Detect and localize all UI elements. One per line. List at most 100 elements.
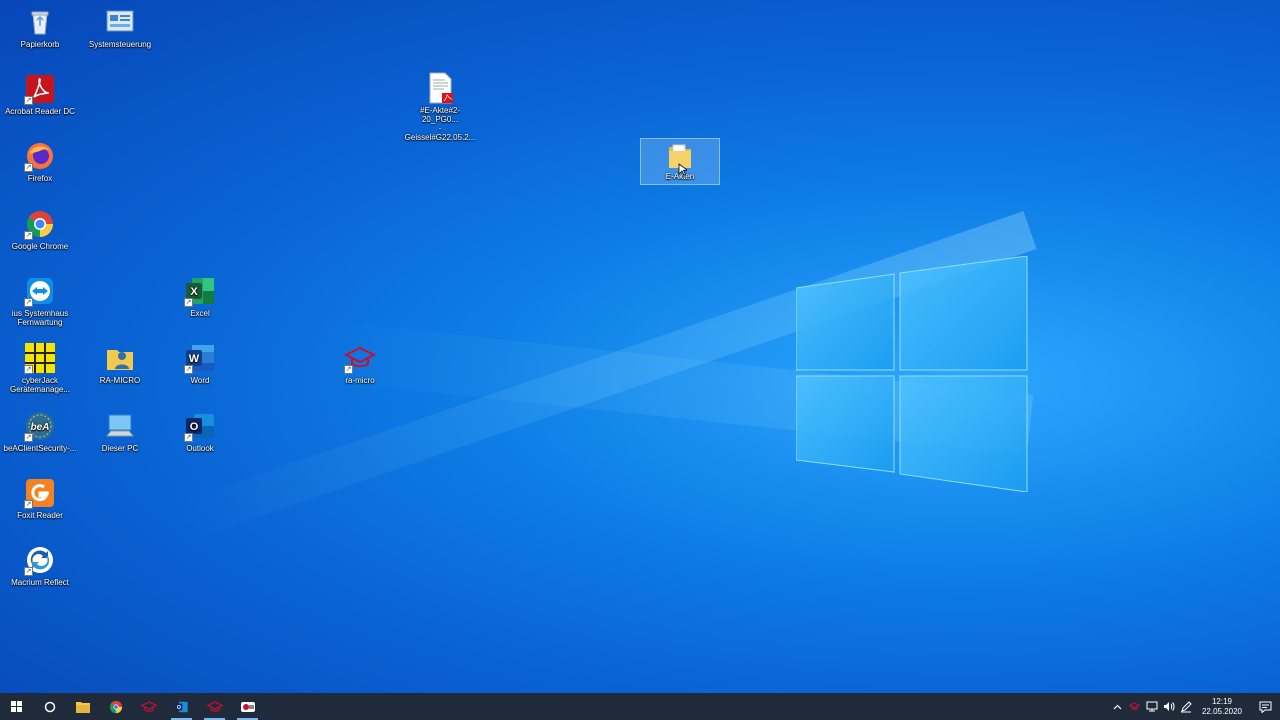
acrobat-reader-icon: ↗ xyxy=(24,73,56,105)
desktop-icon-label: Acrobat Reader DC xyxy=(5,107,75,116)
clock-time: 12:19 xyxy=(1211,696,1233,706)
taskbar-outlook[interactable]: O xyxy=(165,693,198,720)
label-line: #E-Akte#2-20_PG0... xyxy=(419,106,461,124)
desktop-icon-word[interactable]: W ↗ Word xyxy=(162,342,238,385)
control-panel-icon xyxy=(104,6,136,38)
foxit-reader-icon: ↗ xyxy=(24,477,56,509)
desktop-icon-chrome[interactable]: ↗ Google Chrome xyxy=(2,208,78,251)
excel-icon: X ↗ xyxy=(184,275,216,307)
notification-icon xyxy=(1259,701,1271,713)
speaker-icon xyxy=(1163,702,1174,711)
graduation-cap-icon xyxy=(206,700,223,712)
desktop-icon-macrium[interactable]: ↗ Macrium Reflect xyxy=(2,544,78,587)
tray-ra-micro[interactable] xyxy=(1126,693,1143,720)
taskbar-file-explorer[interactable] xyxy=(66,693,99,720)
desktop-icon-label: Word xyxy=(190,376,210,385)
shortcut-arrow-icon: ↗ xyxy=(24,365,33,374)
tray-volume[interactable] xyxy=(1160,693,1177,720)
chevron-up-icon xyxy=(1113,704,1122,709)
desktop-icon-label: Google Chrome xyxy=(11,242,69,251)
shortcut-arrow-icon: ↗ xyxy=(24,96,33,105)
label-line: cyberJack xyxy=(21,376,58,385)
teamviewer-icon: ↗ xyxy=(24,275,56,307)
taskbar-chrome[interactable] xyxy=(99,693,132,720)
word-icon: W ↗ xyxy=(184,342,216,374)
desktop-icon-pdf-file[interactable]: #E-Akte#2-20_PG0... - Geissel#G22.05.2... xyxy=(402,72,478,142)
desktop-icon-acrobat[interactable]: ↗ Acrobat Reader DC xyxy=(2,73,78,116)
ra-micro-user-folder-icon xyxy=(104,342,136,374)
desktop[interactable]: Papierkorb ↗ Acrobat Reader DC ↗ Firefox… xyxy=(0,0,1280,693)
cortana-circle-icon xyxy=(44,701,55,712)
windows-logo xyxy=(796,256,1028,492)
svg-text:O: O xyxy=(177,705,181,711)
desktop-icon-label: Excel xyxy=(190,309,210,318)
shortcut-arrow-icon: ↗ xyxy=(24,500,33,509)
desktop-icon-label: cyberJack Gerätemanage... xyxy=(2,376,78,394)
svg-text:beA: beA xyxy=(31,422,50,433)
desktop-icon-excel[interactable]: X ↗ Excel xyxy=(162,275,238,318)
taskbar-ra-micro[interactable] xyxy=(132,693,165,720)
shortcut-arrow-icon: ↗ xyxy=(184,298,193,307)
shortcut-arrow-icon: ↗ xyxy=(24,567,33,576)
chrome-icon: ↗ xyxy=(24,208,56,240)
desktop-icon-foxit[interactable]: ↗ Foxit Reader xyxy=(2,477,78,520)
desktop-icon-systemsteuerung[interactable]: Systemsteuerung xyxy=(82,6,158,49)
tray-network[interactable] xyxy=(1143,693,1160,720)
desktop-icon-label: Papierkorb xyxy=(20,40,60,49)
desktop-icon-label: Dieser PC xyxy=(101,444,139,453)
label-line: ius Systemhaus xyxy=(11,309,69,318)
chrome-icon xyxy=(109,700,122,713)
desktop-icon-dieser-pc[interactable]: Dieser PC xyxy=(82,410,158,453)
desktop-icon-bea[interactable]: beA ↗ beAClientSecurity-... xyxy=(2,410,78,453)
outlook-icon: O ↗ xyxy=(184,410,216,442)
shortcut-arrow-icon: ↗ xyxy=(24,298,33,307)
desktop-icon-teamviewer[interactable]: ↗ ius Systemhaus Fernwartung xyxy=(2,275,78,327)
desktop-icon-firefox[interactable]: ↗ Firefox xyxy=(2,140,78,183)
shortcut-arrow-icon: ↗ xyxy=(24,433,33,442)
graduation-cap-icon xyxy=(1129,702,1140,710)
taskbar-clock[interactable]: 12:19 22.05.2020 xyxy=(1200,697,1244,717)
desktop-icon-papierkorb[interactable]: Papierkorb xyxy=(2,6,78,49)
shortcut-arrow-icon: ↗ xyxy=(184,365,193,374)
clock-date: 22.05.2020 xyxy=(1201,706,1243,716)
folder-icon xyxy=(75,701,90,713)
tray-pen[interactable] xyxy=(1177,693,1194,720)
desktop-icon-label: RA-MICRO xyxy=(99,376,141,385)
action-center-button[interactable] xyxy=(1250,693,1280,720)
taskbar-ra-micro-2[interactable] xyxy=(198,693,231,720)
start-button[interactable] xyxy=(0,693,33,720)
bea-client-icon: beA ↗ xyxy=(24,410,56,442)
desktop-icon-label: Systemsteuerung xyxy=(88,40,152,49)
graduation-cap-icon xyxy=(140,700,157,712)
firefox-icon: ↗ xyxy=(24,140,56,172)
this-pc-icon xyxy=(104,410,136,442)
network-icon xyxy=(1146,701,1157,712)
desktop-icon-ra-micro-shortcut[interactable]: ↗ ra-micro xyxy=(322,342,398,385)
desktop-icon-cyberjack[interactable]: ↗ cyberJack Gerätemanage... xyxy=(2,342,78,394)
desktop-icon-label: Macrium Reflect xyxy=(11,578,69,587)
label-line: - Geissel#G22.05.2... xyxy=(404,124,476,142)
cyberjack-icon: ↗ xyxy=(24,342,56,374)
desktop-icon-label: #E-Akte#2-20_PG0... - Geissel#G22.05.2... xyxy=(402,106,478,142)
svg-text:W: W xyxy=(189,353,200,365)
app-icon xyxy=(240,701,255,712)
desktop-icon-label: ra-micro xyxy=(345,376,375,385)
desktop-icon-label: Foxit Reader xyxy=(17,511,63,520)
show-hidden-icons-chevron[interactable] xyxy=(1109,693,1126,720)
taskbar: O 12:19 22.05.2020 xyxy=(0,693,1280,720)
desktop-icon-label: beAClientSecurity-... xyxy=(3,444,77,453)
desktop-icon-e-akten-folder[interactable]: E-Akten xyxy=(640,138,720,185)
desktop-icon-label: ius Systemhaus Fernwartung xyxy=(2,309,78,327)
desktop-icon-ra-micro[interactable]: RA-MICRO xyxy=(82,342,158,385)
pen-icon xyxy=(1180,700,1192,712)
shortcut-arrow-icon: ↗ xyxy=(24,231,33,240)
svg-text:O: O xyxy=(190,421,199,433)
label-line: Fernwartung xyxy=(17,318,63,327)
desktop-icon-outlook[interactable]: O ↗ Outlook xyxy=(162,410,238,453)
shortcut-arrow-icon: ↗ xyxy=(344,365,353,374)
pdf-document-icon xyxy=(424,72,456,104)
taskbar-app-window[interactable] xyxy=(231,693,264,720)
shortcut-arrow-icon: ↗ xyxy=(24,163,33,172)
outlook-icon: O xyxy=(175,701,188,712)
search-cortana-button[interactable] xyxy=(33,693,66,720)
